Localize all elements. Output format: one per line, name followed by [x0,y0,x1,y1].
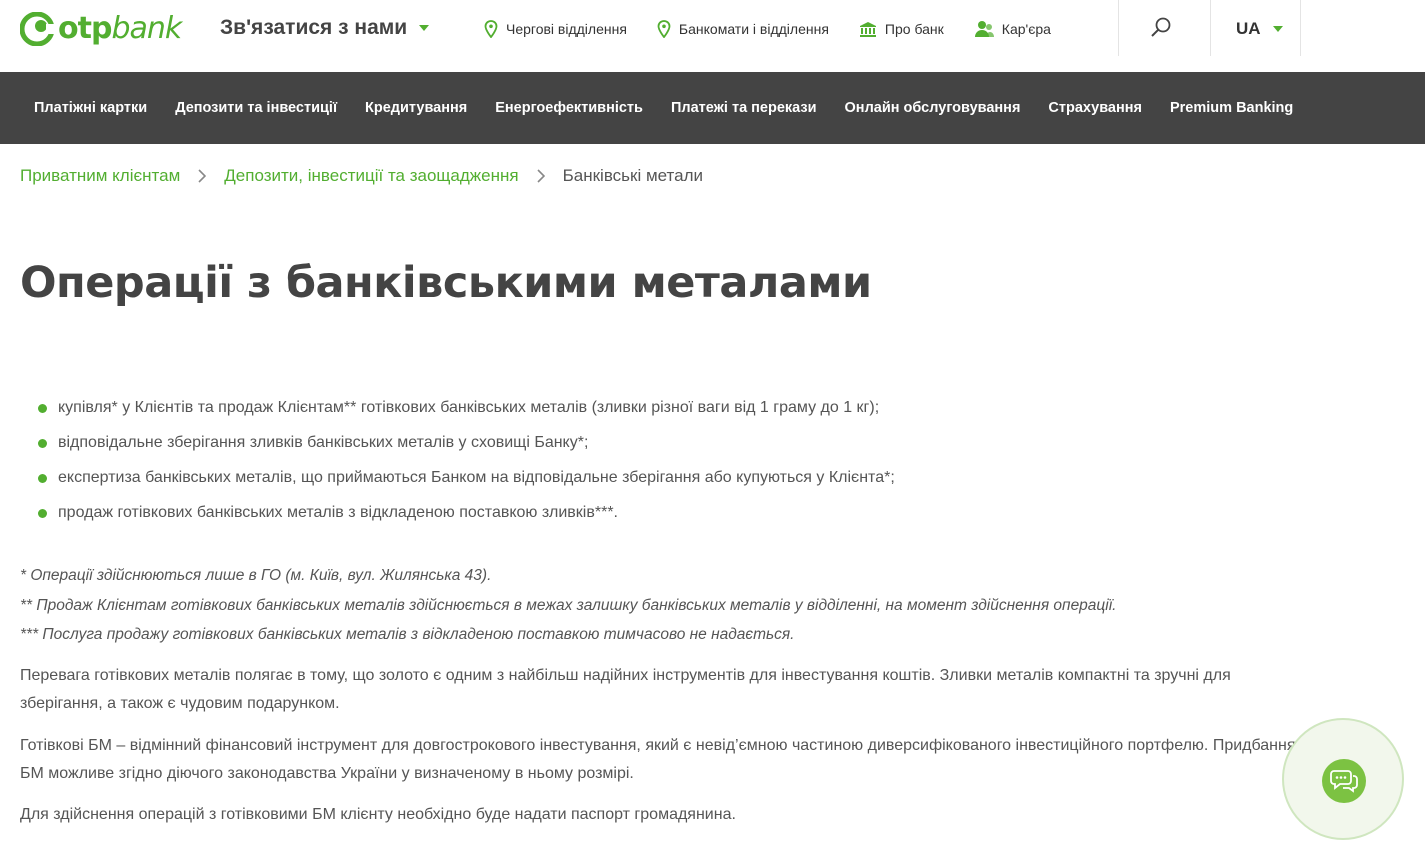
paragraph-investment: Готівкові БМ – відмінний фінансовий інст… [20,737,1296,782]
top-link-label: Про банк [884,21,944,37]
list-item-text: продаж готівкових банківських металів з … [58,504,618,521]
career-people-icon [974,21,994,37]
breadcrumb-current: Банківські метали [562,166,704,185]
top-header: otpbank Зв'язатися з нами Чергові відділ… [0,0,1425,72]
footnote: * Операції здійснюються лише в ГО (м. Ки… [20,567,492,584]
nav-item-insurance[interactable]: Страхування [1034,100,1156,116]
chevron-down-icon [419,25,430,31]
list-item-text: купівля* у Клієнтів та продаж Клієнтам**… [58,399,880,416]
bullet-dot-icon [38,439,47,448]
breadcrumb: Приватним клієнтам Депозити, інвестиції … [20,166,703,186]
chevron-down-icon [1272,26,1283,32]
list-item: експертиза банківських металів, що прийм… [38,466,895,501]
chevron-right-icon [198,169,207,183]
language-selector[interactable]: UA [1236,19,1283,39]
bullet-dot-icon [38,404,47,413]
contact-us-dropdown[interactable]: Зв'язатися з нами [220,16,430,40]
logo-wordmark: otpbank [58,11,182,46]
bank-building-icon [859,22,876,37]
list-item-text: відповідальне зберігання зливків банківс… [58,434,589,451]
chevron-right-icon [537,169,545,183]
nav-item-online-service[interactable]: Онлайн обслуговування [831,100,1035,116]
location-pin-icon [657,20,671,38]
chat-widget-button[interactable] [1282,718,1404,840]
nav-item-energy-efficiency[interactable]: Енергоефективність [481,100,657,116]
otp-logo-icon [20,12,54,46]
chat-bubbles-icon [1330,770,1358,793]
list-item: відповідальне зберігання зливків банківс… [38,431,895,466]
list-item: продаж готівкових банківських металів з … [38,501,895,536]
top-link-label: Чергові відділення [506,21,627,37]
chat-button-circle [1322,759,1366,803]
language-label: UA [1236,19,1261,38]
top-link-label: Кар'єра [1001,21,1051,37]
nav-item-deposits[interactable]: Депозити та інвестиції [161,100,351,116]
top-link-duty-branches[interactable]: Чергові відділення [484,16,627,42]
top-link-career[interactable]: Кар'єра [974,16,1051,42]
breadcrumb-private-clients[interactable]: Приватним клієнтам [20,166,180,186]
footnote: *** Послуга продажу готівкових банківськ… [20,626,795,643]
search-icon [1151,17,1171,37]
top-link-label: Банкомати і відділення [678,21,829,37]
page-title: Операції з банківськими металами [20,258,872,308]
paragraph-advantages: Перевага готівкових металів полягає в то… [20,667,1231,712]
contact-us-label: Зв'язатися з нами [220,16,408,39]
bullet-dot-icon [38,509,47,518]
list-item-text: експертиза банківських металів, що прийм… [58,469,895,486]
bullet-dot-icon [38,474,47,483]
list-item: купівля* у Клієнтів та продаж Клієнтам**… [38,396,895,431]
nav-item-payment-cards[interactable]: Платіжні картки [20,100,161,116]
footnote: ** Продаж Клієнтам готівкових банківськи… [20,596,1117,614]
otp-bank-logo[interactable]: otpbank [20,11,182,46]
header-divider [1300,0,1301,56]
nav-item-loans[interactable]: Кредитування [351,100,481,116]
footnotes: * Операції здійснюються лише в ГО (м. Ки… [20,565,1116,654]
nav-item-premium-banking[interactable]: Premium Banking [1156,100,1307,116]
header-divider [1210,0,1211,56]
operations-list: купівля* у Клієнтів та продаж Клієнтам**… [38,396,895,536]
main-navigation: Платіжні картки Депозити та інвестиції К… [0,72,1425,144]
nav-item-payments-transfers[interactable]: Платежі та перекази [657,100,831,116]
location-pin-icon [484,20,498,38]
top-links: Чергові відділення Банкомати і відділенн… [484,16,1081,42]
header-divider [1118,0,1119,56]
search-button[interactable] [1150,16,1178,44]
paragraph-passport: Для здійснення операцій з готівковими БМ… [20,806,736,823]
top-link-about-bank[interactable]: Про банк [859,16,944,42]
breadcrumb-deposits[interactable]: Депозити, інвестиції та заощадження [224,166,518,186]
top-link-atms-branches[interactable]: Банкомати і відділення [657,16,829,42]
